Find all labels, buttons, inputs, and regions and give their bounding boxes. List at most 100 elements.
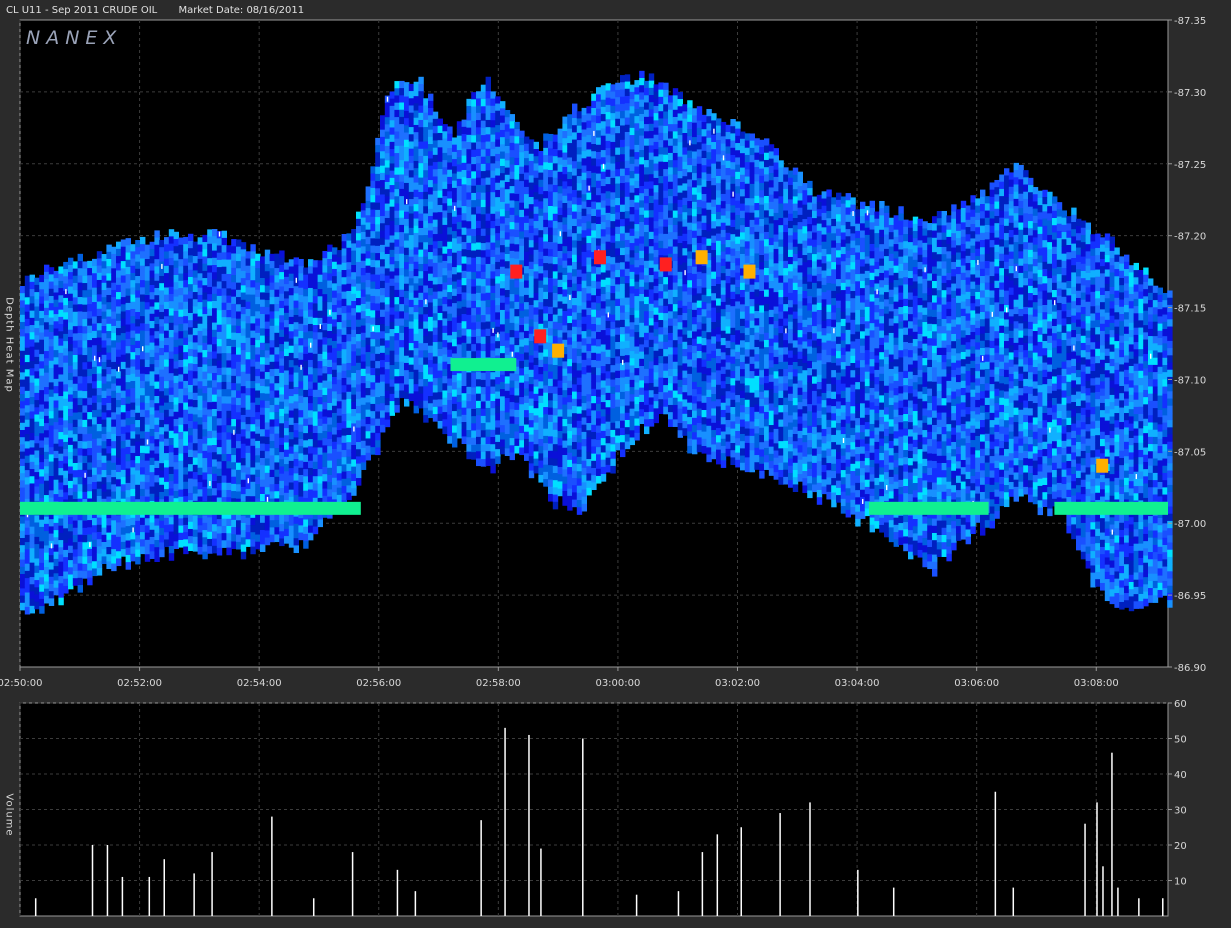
heatmap-cell xyxy=(48,288,55,297)
heatmap-cell xyxy=(356,240,362,249)
heatmap-cell xyxy=(250,474,256,483)
heatmap-cell xyxy=(519,195,525,204)
heatmap-cell xyxy=(428,345,434,354)
heatmap-cell xyxy=(389,271,395,280)
heatmap-cell xyxy=(183,323,189,331)
heatmap-cell xyxy=(279,358,285,367)
heatmap-cell xyxy=(543,241,549,250)
heatmap-cell xyxy=(428,410,434,419)
heatmap-cell xyxy=(245,380,251,389)
heatmap-cell xyxy=(423,400,429,409)
heatmap-cell xyxy=(29,303,35,312)
heatmap-cell xyxy=(168,545,175,554)
heatmap-cell xyxy=(538,230,544,238)
heatmap-cell xyxy=(269,304,275,312)
heatmap-cell xyxy=(413,326,419,335)
heatmap-cell xyxy=(197,258,203,267)
heatmap-cell xyxy=(245,359,251,367)
heatmap-cell xyxy=(360,311,367,319)
heatmap-cell xyxy=(418,148,424,157)
heatmap-cell xyxy=(332,384,338,392)
heatmap-cell xyxy=(346,478,352,486)
heatmap-cell xyxy=(116,385,122,394)
heatmap-cell xyxy=(188,276,194,285)
heatmap-cell xyxy=(120,311,127,320)
heatmap-cell xyxy=(202,386,208,394)
heatmap-cell xyxy=(197,424,203,433)
heatmap-cell xyxy=(495,391,501,400)
heatmap-cell xyxy=(68,329,74,338)
heatmap-cell xyxy=(173,289,179,297)
heatmap-cell xyxy=(490,112,496,121)
heatmap-cell xyxy=(442,361,448,370)
heatmap-cell xyxy=(447,198,453,207)
heatmap-cell xyxy=(456,330,463,338)
heatmap-cell xyxy=(322,416,328,425)
heatmap-cell xyxy=(413,254,419,263)
heatmap-cell xyxy=(284,420,290,429)
heatmap-cell xyxy=(34,601,40,610)
heatmap-cell xyxy=(293,286,299,294)
heatmap-cell xyxy=(111,390,117,399)
heatmap-cell xyxy=(168,344,175,352)
heatmap-cell xyxy=(236,347,242,356)
heatmap-cell xyxy=(495,384,501,392)
heatmap-cell xyxy=(144,374,151,382)
heatmap-cell xyxy=(447,414,453,423)
heatmap-cell xyxy=(418,307,424,315)
heatmap-cell xyxy=(303,303,309,312)
heatmap-cell xyxy=(279,488,285,496)
heatmap-cell xyxy=(442,167,448,175)
heatmap-cell xyxy=(346,254,352,263)
heatmap-cell xyxy=(524,294,530,303)
heatmap-cell xyxy=(341,248,347,257)
heatmap-cell xyxy=(240,364,247,373)
heatmap-cell xyxy=(20,458,26,467)
heatmap-cell xyxy=(456,258,463,266)
heatmap-cell xyxy=(303,332,309,340)
heatmap-cell xyxy=(125,295,131,304)
heatmap-cell xyxy=(288,345,295,354)
heatmap-cell xyxy=(466,170,472,179)
heatmap-cell xyxy=(322,438,328,446)
heatmap-cell xyxy=(44,466,50,474)
heatmap-cell xyxy=(336,444,343,453)
heatmap-cell xyxy=(548,306,554,315)
heatmap-cell xyxy=(389,336,395,344)
heatmap-cell xyxy=(418,206,424,214)
heatmap-cell xyxy=(341,392,347,401)
heatmap-cell xyxy=(68,495,74,503)
heatmap-cell xyxy=(221,468,227,476)
heatmap-cell xyxy=(101,268,107,277)
heatmap-cell xyxy=(264,415,271,423)
heatmap-cell xyxy=(255,527,261,535)
heatmap-cell xyxy=(130,337,136,346)
heatmap-cell xyxy=(514,237,520,245)
heatmap-cell xyxy=(63,333,69,342)
heatmap-cell xyxy=(130,402,136,411)
heatmap-cell xyxy=(221,389,227,397)
heatmap-cell xyxy=(212,337,218,345)
heatmap-cell xyxy=(192,306,199,315)
heatmap-cell xyxy=(106,417,112,425)
heatmap-cell xyxy=(370,360,376,369)
heatmap-cell xyxy=(442,412,448,420)
heatmap-cell xyxy=(192,371,199,379)
heatmap-cell xyxy=(456,142,463,151)
heatmap-cell xyxy=(528,304,535,313)
heatmap-cell xyxy=(308,453,314,462)
heatmap-cell xyxy=(351,401,357,410)
heatmap-cell xyxy=(346,276,352,285)
heatmap-cell xyxy=(48,425,55,434)
heatmap-cell xyxy=(365,431,371,439)
heatmap-cell xyxy=(538,366,544,375)
heatmap-cell xyxy=(308,446,314,454)
heatmap-cell xyxy=(519,289,525,297)
heatmap-cell xyxy=(39,534,45,542)
heatmap-cell xyxy=(332,312,338,320)
heatmap-cell xyxy=(389,379,395,388)
heatmap-cell xyxy=(375,173,381,182)
heatmap-cell xyxy=(212,293,218,302)
heatmap-cell xyxy=(519,425,525,434)
heatmap-cell xyxy=(490,220,496,229)
